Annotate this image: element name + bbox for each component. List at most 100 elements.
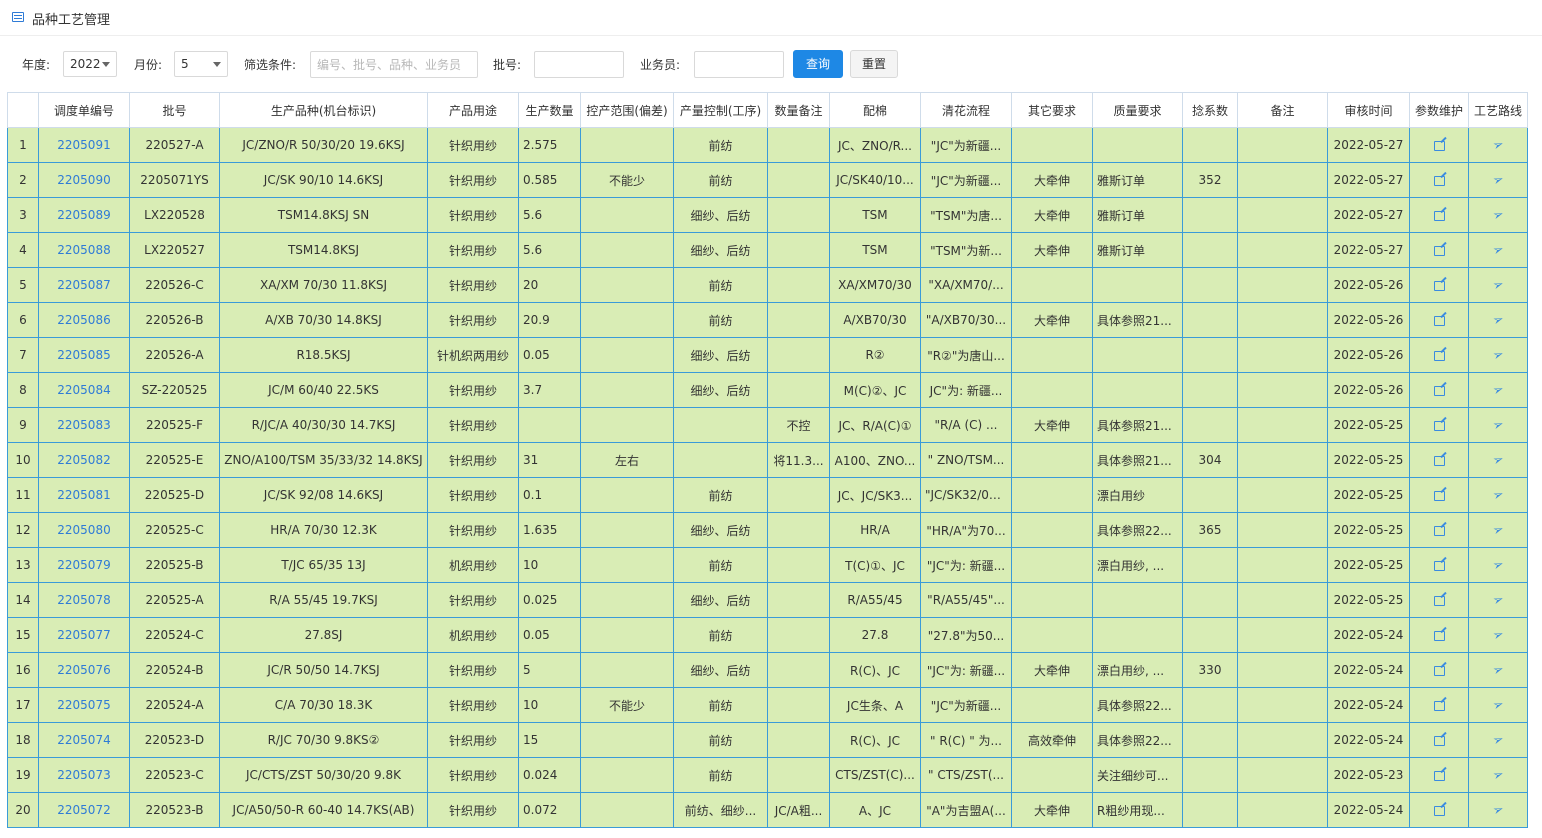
edit-icon[interactable] <box>1433 805 1445 816</box>
table-cell: 2022-05-24 <box>1327 722 1410 758</box>
edit-icon[interactable] <box>1433 735 1445 746</box>
table-row[interactable]: 7 2205085 220526-A R18.5KSJ 针机织两用纱 0.05 细纱、后纺 R… <box>7 337 1528 373</box>
filter-condition-input[interactable] <box>310 51 478 78</box>
table-cell: 2205071YS <box>129 162 220 198</box>
edit-icon[interactable] <box>1433 595 1445 606</box>
table-row[interactable]: 2 2205090 2205071YS JC/SK 90/10 14.6KSJ 针织用纱… <box>7 162 1528 198</box>
edit-icon[interactable] <box>1433 700 1445 711</box>
dispatch-number-link[interactable]: 2205086 <box>57 313 110 327</box>
dispatch-number-link[interactable]: 2205080 <box>57 523 110 537</box>
dispatch-number-link[interactable]: 2205090 <box>57 173 110 187</box>
dispatch-number-link[interactable]: 2205076 <box>57 663 110 677</box>
batch-input[interactable] <box>534 51 624 78</box>
edit-icon[interactable] <box>1433 245 1445 256</box>
send-icon[interactable]: ➢ <box>1490 522 1505 540</box>
send-icon[interactable]: ➢ <box>1490 627 1505 645</box>
edit-icon[interactable] <box>1433 175 1445 186</box>
table-cell: 细纱、后纺 <box>673 372 768 408</box>
dispatch-number-link[interactable]: 2205079 <box>57 558 110 572</box>
send-icon[interactable]: ➢ <box>1490 137 1505 155</box>
send-icon[interactable]: ➢ <box>1490 347 1505 365</box>
dispatch-number-link[interactable]: 2205081 <box>57 488 110 502</box>
table-row[interactable]: 11 2205081 220525-D JC/SK 92/08 14.6KSJ 针织用纱… <box>7 477 1528 513</box>
dispatch-number-link[interactable]: 2205073 <box>57 768 110 782</box>
edit-icon[interactable] <box>1433 630 1445 641</box>
chevron-down-icon <box>213 62 221 67</box>
table-cell: 0.072 <box>518 792 581 828</box>
send-icon[interactable]: ➢ <box>1490 557 1505 575</box>
send-icon[interactable]: ➢ <box>1490 767 1505 785</box>
dispatch-number-link[interactable]: 2205087 <box>57 278 110 292</box>
table-cell <box>1092 127 1183 163</box>
edit-icon[interactable] <box>1433 385 1445 396</box>
dispatch-number-link[interactable]: 2205082 <box>57 453 110 467</box>
dispatch-number-link[interactable]: 2205084 <box>57 383 110 397</box>
table-row[interactable]: 4 2205088 LX220527 TSM14.8KSJ 针织用纱 5.6 细纱、后纺 TS… <box>7 232 1528 268</box>
send-icon[interactable]: ➢ <box>1490 312 1505 330</box>
send-icon[interactable]: ➢ <box>1490 732 1505 750</box>
send-icon[interactable]: ➢ <box>1490 802 1505 820</box>
dispatch-number-link[interactable]: 2205074 <box>57 733 110 747</box>
table-row[interactable]: 5 2205087 220526-C XA/XM 70/30 11.8KSJ 针织用纱 2… <box>7 267 1528 303</box>
dispatch-number-link[interactable]: 2205083 <box>57 418 110 432</box>
edit-icon[interactable] <box>1433 665 1445 676</box>
dispatch-number-link[interactable]: 2205075 <box>57 698 110 712</box>
table-row[interactable]: 3 2205089 LX220528 TSM14.8KSJ SN 针织用纱 5.6 细纱、后… <box>7 197 1528 233</box>
table-row[interactable]: 9 2205083 220525-F R/JC/A 40/30/30 14.7KSJ 针… <box>7 407 1528 443</box>
table-cell <box>767 687 830 723</box>
send-icon[interactable]: ➢ <box>1490 592 1505 610</box>
table-cell: 2205083 <box>38 407 130 443</box>
send-icon[interactable]: ➢ <box>1490 242 1505 260</box>
table-cell: 细纱、后纺 <box>673 512 768 548</box>
send-icon[interactable]: ➢ <box>1490 277 1505 295</box>
table-row[interactable]: 17 2205075 220524-A C/A 70/30 18.3K 针织用纱 10 不能… <box>7 687 1528 723</box>
table-row[interactable]: 20 2205072 220523-B JC/A50/50-R 60-40 14.7K… <box>7 792 1528 828</box>
send-icon[interactable]: ➢ <box>1490 697 1505 715</box>
table-row[interactable]: 8 2205084 SZ-220525 JC/M 60/40 22.5KS 针织用纱 3.… <box>7 372 1528 408</box>
table-row[interactable]: 1 2205091 220527-A JC/ZNO/R 50/30/20 19.6KS… <box>7 127 1528 163</box>
dispatch-number-link[interactable]: 2205072 <box>57 803 110 817</box>
salesperson-input[interactable] <box>694 51 784 78</box>
table-row[interactable]: 12 2205080 220525-C HR/A 70/30 12.3K 针织用纱 1.6… <box>7 512 1528 548</box>
table-row[interactable]: 19 2205073 220523-C JC/CTS/ZST 50/30/20 9.8… <box>7 757 1528 793</box>
edit-icon[interactable] <box>1433 455 1445 466</box>
dispatch-number-link[interactable]: 2205077 <box>57 628 110 642</box>
edit-icon[interactable] <box>1433 280 1445 291</box>
dispatch-number-link[interactable]: 2205085 <box>57 348 110 362</box>
edit-icon[interactable] <box>1433 525 1445 536</box>
reset-button[interactable]: 重置 <box>850 50 898 78</box>
edit-icon[interactable] <box>1433 490 1445 501</box>
table-row[interactable]: 13 2205079 220525-B T/JC 65/35 13J 机织用纱 10 前纺 T… <box>7 547 1528 583</box>
send-icon[interactable]: ➢ <box>1490 382 1505 400</box>
table-row[interactable]: 18 2205074 220523-D R/JC 70/30 9.8KS② 针织用纱 15… <box>7 722 1528 758</box>
table-row[interactable]: 6 2205086 220526-B A/XB 70/30 14.8KSJ 针织用纱 20… <box>7 302 1528 338</box>
edit-icon[interactable] <box>1433 350 1445 361</box>
edit-icon[interactable] <box>1433 560 1445 571</box>
edit-icon[interactable] <box>1433 140 1445 151</box>
year-select[interactable]: 2022 <box>63 51 117 77</box>
edit-icon[interactable] <box>1433 210 1445 221</box>
send-icon[interactable]: ➢ <box>1490 417 1505 435</box>
table-cell: 前纺 <box>673 757 768 793</box>
table-cell: 2205089 <box>38 197 130 233</box>
edit-icon[interactable] <box>1433 770 1445 781</box>
dispatch-number-link[interactable]: 2205088 <box>57 243 110 257</box>
table-cell: "XA/XM70/... <box>920 267 1012 303</box>
table-row[interactable]: 14 2205078 220525-A R/A 55/45 19.7KSJ 针织用纱 0.… <box>7 582 1528 618</box>
month-select[interactable]: 5 <box>174 51 228 77</box>
send-icon[interactable]: ➢ <box>1490 172 1505 190</box>
dispatch-number-link[interactable]: 2205089 <box>57 208 110 222</box>
dispatch-number-link[interactable]: 2205078 <box>57 593 110 607</box>
send-icon[interactable]: ➢ <box>1490 207 1505 225</box>
table-row[interactable]: 16 2205076 220524-B JC/R 50/50 14.7KSJ 针织用纱 5… <box>7 652 1528 688</box>
table-cell: 不控 <box>767 407 830 443</box>
query-button[interactable]: 查询 <box>793 50 843 78</box>
edit-icon[interactable] <box>1433 420 1445 431</box>
send-icon[interactable]: ➢ <box>1490 452 1505 470</box>
dispatch-number-link[interactable]: 2205091 <box>57 138 110 152</box>
send-icon[interactable]: ➢ <box>1490 487 1505 505</box>
edit-icon[interactable] <box>1433 315 1445 326</box>
table-row[interactable]: 15 2205077 220524-C 27.8SJ 机织用纱 0.05 前纺 27.8 "27… <box>7 617 1528 653</box>
send-icon[interactable]: ➢ <box>1490 662 1505 680</box>
table-row[interactable]: 10 2205082 220525-E ZNO/A100/TSM 35/33/32 1… <box>7 442 1528 478</box>
